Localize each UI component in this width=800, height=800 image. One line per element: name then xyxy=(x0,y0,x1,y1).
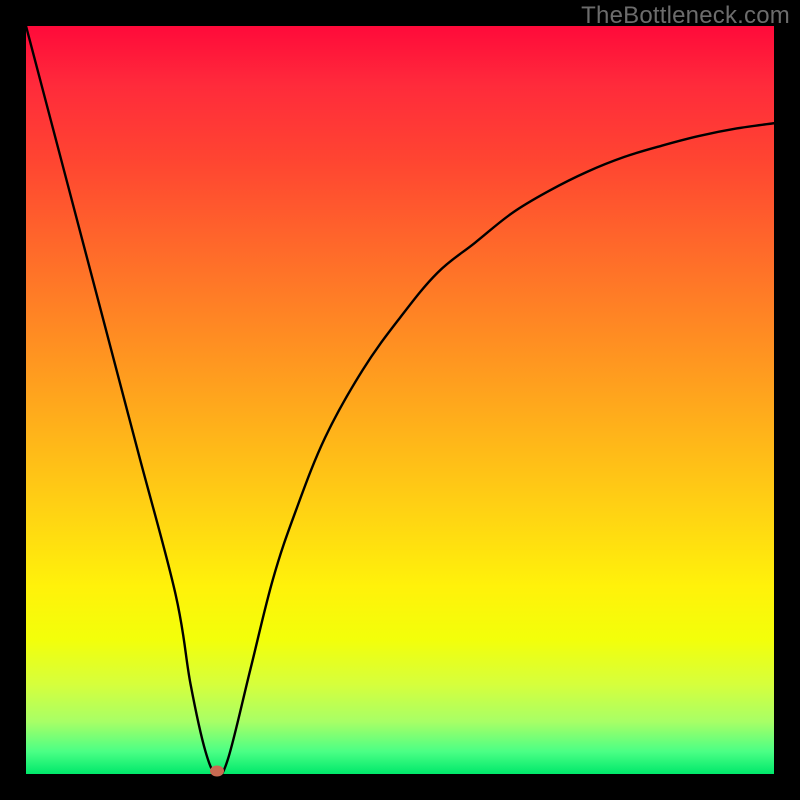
watermark-text: TheBottleneck.com xyxy=(581,2,790,30)
chart-frame: TheBottleneck.com xyxy=(0,0,800,800)
plot-area xyxy=(26,26,774,774)
bottleneck-curve xyxy=(26,26,774,774)
minimum-marker xyxy=(210,766,224,777)
